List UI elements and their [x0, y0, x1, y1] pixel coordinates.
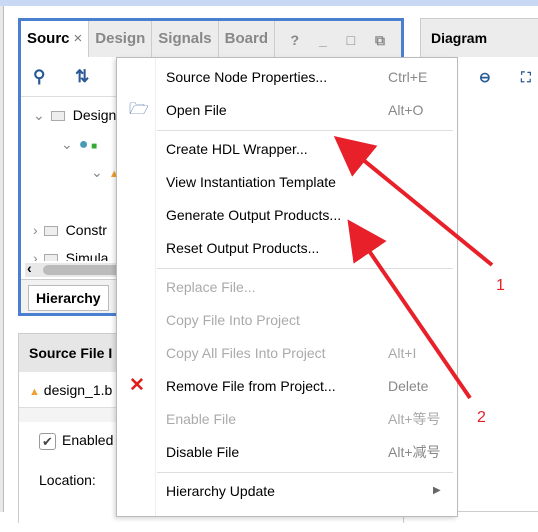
annotation-arrow-2: [347, 219, 472, 400]
annotation-arrow-1: [333, 135, 494, 267]
annotation-label-2: 2: [477, 409, 486, 426]
annotation-label-1: 1: [496, 277, 505, 294]
annotation-overlay: 1 2: [333, 135, 505, 426]
